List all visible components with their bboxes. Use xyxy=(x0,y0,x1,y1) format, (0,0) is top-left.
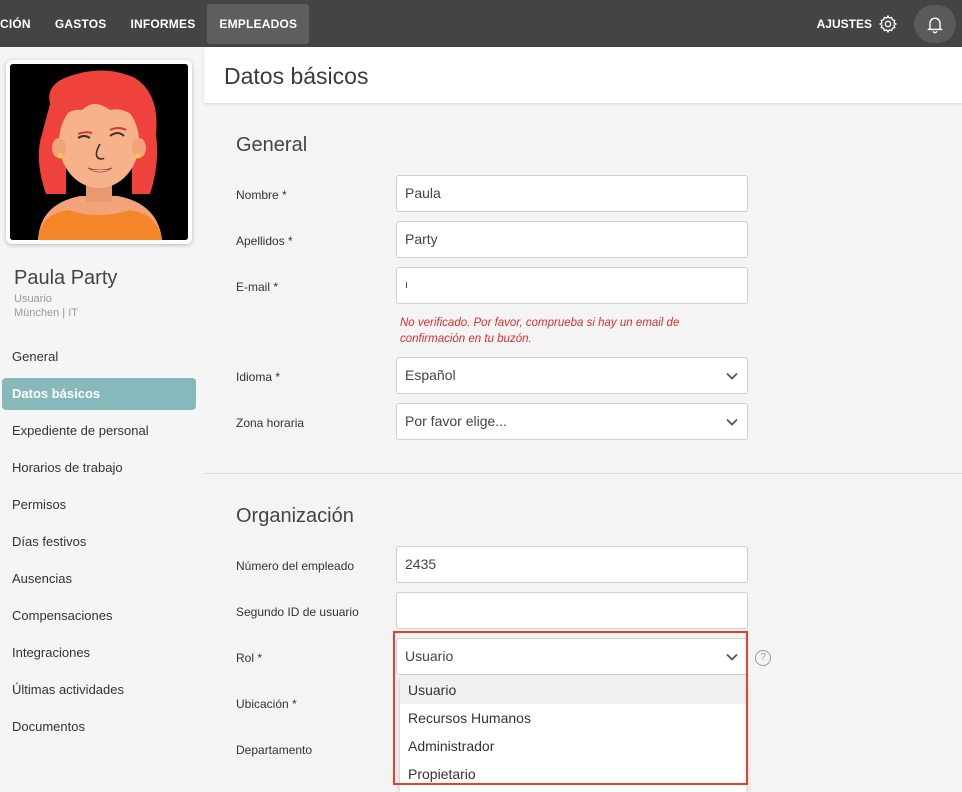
first-name-field[interactable]: Paula xyxy=(396,175,748,212)
sidebar-item-ausencias[interactable]: Ausencias xyxy=(2,563,196,595)
language-value: Español xyxy=(405,367,456,383)
profile-role: Usuario xyxy=(14,293,52,305)
department-label: Departamento xyxy=(236,743,313,757)
language-label: Idioma * xyxy=(236,370,281,384)
timezone-label: Zona horaria xyxy=(236,416,305,430)
last-name-field[interactable]: Party xyxy=(396,221,748,258)
timezone-select[interactable]: Por favor elige... xyxy=(396,403,748,440)
section-divider xyxy=(204,473,962,474)
employee-number-label: Número del empleado xyxy=(236,559,355,573)
section-title-general: General xyxy=(236,134,308,156)
gear-icon xyxy=(878,14,898,34)
sidebar-item-horarios[interactable]: Horarios de trabajo xyxy=(2,452,196,484)
settings-button[interactable]: AJUSTES xyxy=(817,14,898,34)
employee-number-field[interactable]: 2435 xyxy=(396,546,748,583)
notifications-button[interactable] xyxy=(914,4,956,43)
sidebar-item-ultimas-actividades[interactable]: Últimas actividades xyxy=(2,674,196,706)
profile-name: Paula Party xyxy=(14,267,118,289)
avatar-card xyxy=(6,60,192,244)
sidebar-item-dias-festivos[interactable]: Días festivos xyxy=(2,526,196,558)
sidebar-item-general[interactable]: General xyxy=(2,341,196,373)
highlight-box xyxy=(393,631,748,785)
nav-item-gastos[interactable]: GASTOS xyxy=(55,4,107,44)
sidebar: Paula Party Usuario München | IT General… xyxy=(0,47,204,792)
sidebar-item-documentos[interactable]: Documentos xyxy=(2,711,196,743)
second-id-field[interactable] xyxy=(396,592,748,629)
top-navigation-bar: CIÓN GASTOS INFORMES EMPLEADOS AJUSTES xyxy=(0,0,962,47)
email-field[interactable]: ı xyxy=(396,267,748,304)
timezone-value: Por favor elige... xyxy=(405,413,507,429)
nav-item-partial[interactable]: CIÓN xyxy=(0,4,31,44)
sidebar-item-datos-basicos[interactable]: Datos básicos xyxy=(2,378,196,410)
role-label: Rol * xyxy=(236,651,263,665)
chevron-down-icon xyxy=(726,418,738,426)
section-title-organizacion: Organización xyxy=(236,505,354,527)
email-error-message: No verificado. Por favor, comprueba si h… xyxy=(400,317,680,345)
sidebar-item-integraciones[interactable]: Integraciones xyxy=(2,637,196,669)
chevron-down-icon xyxy=(726,372,738,380)
nav-item-empleados[interactable]: EMPLEADOS xyxy=(207,3,310,44)
top-right-actions: AJUSTES xyxy=(817,0,962,47)
sidebar-item-expediente[interactable]: Expediente de personal xyxy=(2,415,196,447)
avatar xyxy=(10,64,188,240)
page-header: Datos básicos xyxy=(204,47,962,103)
nav-item-informes[interactable]: INFORMES xyxy=(130,4,195,44)
sidebar-item-compensaciones[interactable]: Compensaciones xyxy=(2,600,196,632)
email-label: E-mail * xyxy=(236,280,279,294)
last-name-label: Apellidos * xyxy=(236,234,293,248)
page-title: Datos básicos xyxy=(224,63,369,89)
main-nav: CIÓN GASTOS INFORMES EMPLEADOS xyxy=(0,0,310,47)
profile-location: München | IT xyxy=(14,307,78,319)
first-name-label: Nombre * xyxy=(236,188,287,202)
location-label: Ubicación * xyxy=(236,697,297,711)
language-select[interactable]: Español xyxy=(396,357,748,394)
second-id-label: Segundo ID de usuario xyxy=(236,605,359,619)
help-icon[interactable]: ? xyxy=(755,650,771,666)
bell-icon xyxy=(925,14,945,34)
sidebar-item-permisos[interactable]: Permisos xyxy=(2,489,196,521)
settings-label: AJUSTES xyxy=(816,16,872,31)
